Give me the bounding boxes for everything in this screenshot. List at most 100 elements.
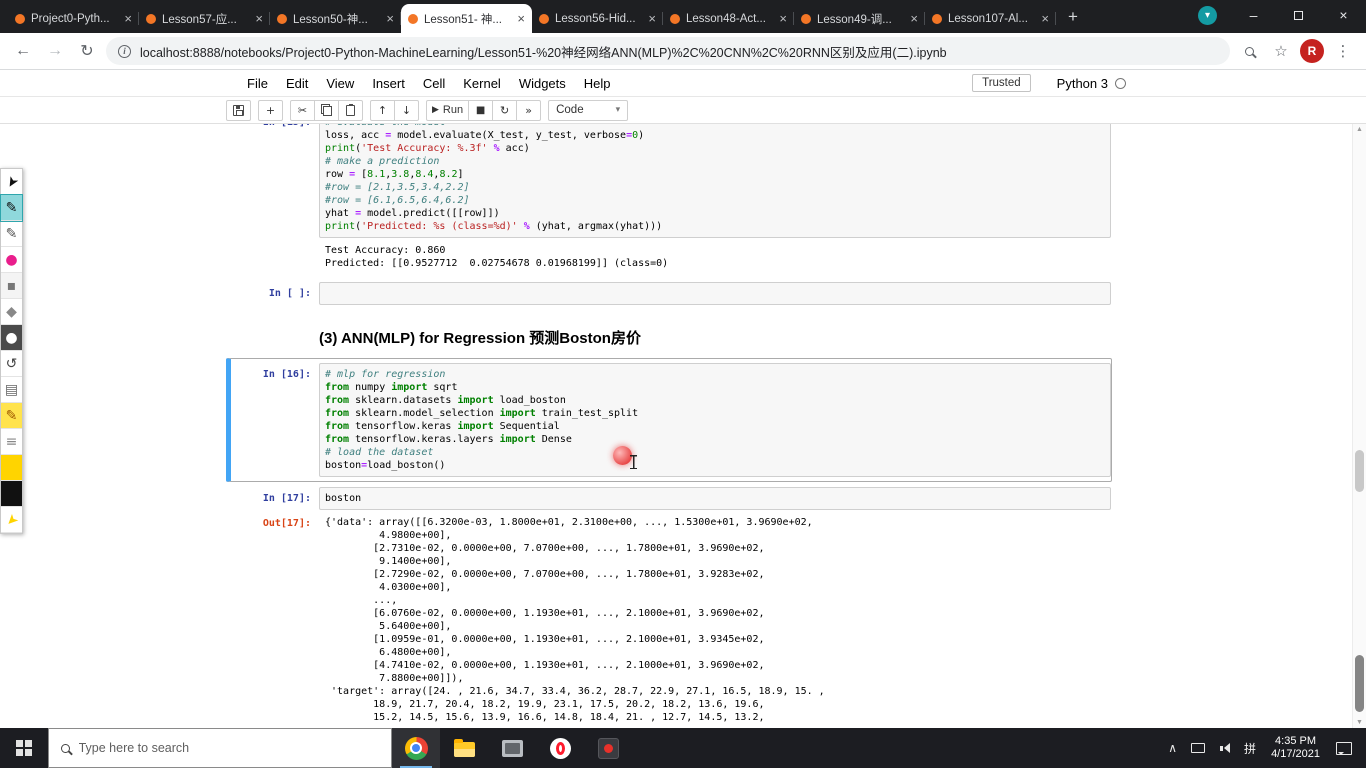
- scissors-icon: ✂: [297, 103, 308, 117]
- heading-cell[interactable]: (3) ANN(MLP) for Regression 预测Boston房价: [226, 310, 1112, 358]
- menu-cell[interactable]: Cell: [414, 76, 454, 91]
- code-editor[interactable]: # mlp for regression from numpy import s…: [319, 363, 1111, 477]
- zoom-icon[interactable]: [1236, 46, 1262, 56]
- scrollbar-thumb[interactable]: [1355, 655, 1364, 712]
- tab-close-icon[interactable]: ×: [517, 12, 525, 25]
- profile-avatar[interactable]: R: [1300, 39, 1324, 63]
- tab-close-icon[interactable]: ×: [910, 12, 918, 25]
- site-info-icon[interactable]: [118, 44, 131, 58]
- cut-cell-button[interactable]: ✂: [290, 99, 315, 121]
- input-prompt: In [ ]:: [268, 288, 311, 299]
- black-color-swatch[interactable]: [1, 481, 22, 507]
- pen-tool[interactable]: ✎: [0, 194, 23, 222]
- yellow-color-swatch[interactable]: [1, 455, 22, 481]
- close-button[interactable]: ×: [1321, 0, 1366, 30]
- address-bar[interactable]: localhost:8888/notebooks/Project0-Python…: [106, 37, 1230, 65]
- ime-label: 拼: [1244, 741, 1257, 756]
- save-button[interactable]: [226, 99, 251, 121]
- tab-search-button[interactable]: ▾: [1198, 5, 1217, 25]
- taskbar-app-window[interactable]: [488, 728, 536, 768]
- browser-tab[interactable]: Lesson49-调... ×: [794, 4, 925, 33]
- menu-insert[interactable]: Insert: [363, 76, 414, 91]
- display-tray-icon[interactable]: [1184, 743, 1212, 753]
- taskbar-screen-recorder[interactable]: [584, 728, 632, 768]
- code-cell[interactable]: In [ ]:: [226, 277, 1112, 310]
- scroll-up-arrow[interactable]: ▲: [1353, 126, 1366, 133]
- code-cell[interactable]: In [17]: boston Out[17]: {'data': array([[6…: [226, 482, 1112, 728]
- start-button[interactable]: [0, 728, 48, 768]
- move-cell-up-button[interactable]: ↑: [370, 99, 395, 121]
- back-button[interactable]: ←: [10, 38, 36, 64]
- tab-close-icon[interactable]: ×: [124, 12, 132, 25]
- interrupt-kernel-button[interactable]: ■: [468, 99, 494, 121]
- search-input[interactable]: [78, 741, 379, 755]
- browser-tab[interactable]: Lesson107-Al... ×: [925, 4, 1056, 33]
- hidden-icons-chevron[interactable]: ∧: [1161, 741, 1184, 755]
- taskbar-opera[interactable]: [536, 728, 584, 768]
- menu-edit[interactable]: Edit: [277, 76, 317, 91]
- browser-tab[interactable]: Lesson48-Act... ×: [663, 4, 794, 33]
- taskbar-clock[interactable]: 4:35 PM 4/17/2021: [1263, 735, 1328, 761]
- browser-tab[interactable]: Lesson50-神... ×: [270, 4, 401, 33]
- move-cell-down-button[interactable]: ↓: [394, 99, 419, 121]
- trusted-badge[interactable]: Trusted: [972, 74, 1031, 92]
- action-center-icon[interactable]: [1336, 741, 1352, 755]
- shapes-tool[interactable]: ▤: [1, 377, 22, 403]
- code-editor[interactable]: [319, 282, 1111, 305]
- add-cell-button[interactable]: +: [258, 99, 283, 121]
- menu-file[interactable]: File: [238, 76, 277, 91]
- maximize-button[interactable]: [1276, 0, 1321, 30]
- scrollbar-thumb-secondary[interactable]: [1355, 450, 1364, 492]
- cell-type-dropdown[interactable]: Code ▾: [548, 99, 629, 121]
- copy-cell-button[interactable]: [314, 99, 339, 121]
- notes-tool[interactable]: ≡: [1, 429, 22, 455]
- code-editor[interactable]: # evaluate the model loss, acc = model.e…: [319, 124, 1111, 238]
- pen-outline-tool[interactable]: ✎: [1, 221, 22, 247]
- code-cell[interactable]: In [15]:# evaluate the model loss, acc =…: [226, 124, 1112, 277]
- taskbar-file-explorer[interactable]: [440, 728, 488, 768]
- tab-close-icon[interactable]: ×: [648, 12, 656, 25]
- menu-view[interactable]: View: [317, 76, 363, 91]
- tab-close-icon[interactable]: ×: [255, 12, 263, 25]
- url-text[interactable]: localhost:8888/notebooks/Project0-Python…: [140, 42, 947, 61]
- magenta-marker-tool-icon: ●: [5, 251, 18, 268]
- code-cell[interactable]: In [16]: # mlp for regression from numpy …: [226, 358, 1112, 482]
- menu-help[interactable]: Help: [575, 76, 620, 91]
- undo-tool[interactable]: ↺: [1, 351, 22, 377]
- yellow-arrow-tool[interactable]: ➤: [1, 507, 22, 533]
- menu-kernel[interactable]: Kernel: [454, 76, 510, 91]
- forward-button[interactable]: →: [42, 38, 68, 64]
- paste-cell-button[interactable]: [338, 99, 363, 121]
- cursor-arrow-tool[interactable]: ➤: [1, 169, 22, 195]
- restart-run-all-button[interactable]: »: [516, 99, 542, 121]
- minimize-button[interactable]: –: [1231, 0, 1276, 30]
- tab-close-icon[interactable]: ×: [1041, 12, 1049, 25]
- code-editor[interactable]: boston: [319, 487, 1111, 510]
- page-scrollbar[interactable]: ▲ ▼: [1352, 124, 1366, 728]
- tab-close-icon[interactable]: ×: [779, 12, 787, 25]
- new-tab-button[interactable]: +: [1060, 4, 1086, 30]
- browser-tab[interactable]: Lesson51- 神... ×: [401, 4, 532, 33]
- run-button[interactable]: ▶ Run: [426, 99, 470, 121]
- small-marker-tool[interactable]: ▪: [1, 273, 22, 299]
- volume-tray-icon[interactable]: [1212, 743, 1237, 753]
- input-prompt: In [15]:: [231, 124, 319, 238]
- pencil-highlight-tool[interactable]: ✎: [1, 403, 22, 429]
- magenta-marker-tool[interactable]: ●: [1, 247, 22, 273]
- menu-widgets[interactable]: Widgets: [510, 76, 575, 91]
- browser-tab[interactable]: Lesson57-应... ×: [139, 4, 270, 33]
- taskbar-chrome[interactable]: [392, 728, 440, 768]
- taskbar-search[interactable]: [48, 728, 392, 768]
- tab-title: Project0-Pyth...: [31, 12, 110, 25]
- scroll-down-arrow[interactable]: ▼: [1353, 719, 1366, 726]
- restart-kernel-button[interactable]: ↻: [492, 99, 518, 121]
- reload-button[interactable]: ↻: [74, 38, 100, 64]
- bookmark-star-button[interactable]: ☆: [1268, 42, 1294, 60]
- tab-close-icon[interactable]: ×: [386, 12, 394, 25]
- browser-menu-button[interactable]: ⋮: [1330, 42, 1356, 60]
- ime-indicator[interactable]: 拼: [1237, 740, 1263, 757]
- dark-dot-tool[interactable]: ●: [1, 325, 22, 351]
- eraser-tool[interactable]: ◆: [1, 299, 22, 325]
- browser-tab[interactable]: Lesson56-Hid... ×: [532, 4, 663, 33]
- browser-tab[interactable]: Project0-Pyth... ×: [8, 4, 139, 33]
